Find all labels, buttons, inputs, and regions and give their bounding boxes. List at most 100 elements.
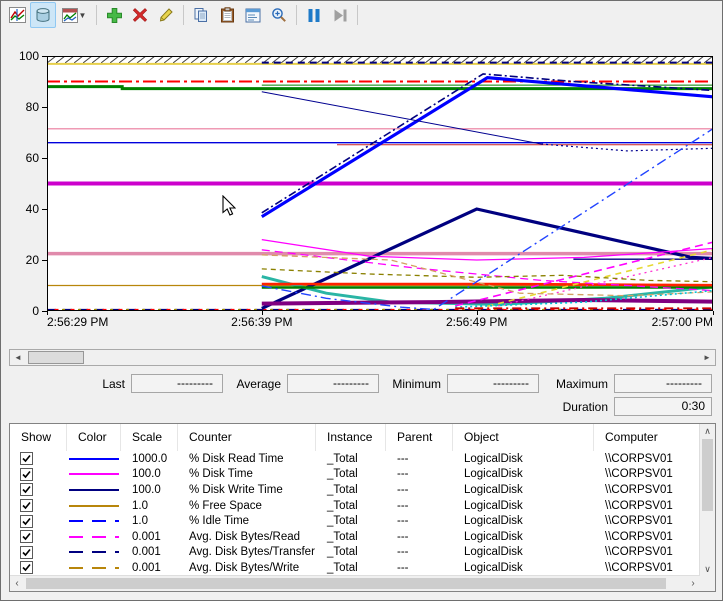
series-red-thick-10 bbox=[262, 284, 713, 285]
counter-row[interactable]: 100.0% Disk Time_Total---LogicalDisk\\CO… bbox=[10, 467, 700, 483]
cell-counter: Avg. Disk Bytes/Write bbox=[178, 562, 316, 574]
show-checkbox[interactable] bbox=[20, 530, 33, 543]
magnifier-icon bbox=[271, 7, 287, 23]
last-value: --------- bbox=[131, 374, 223, 393]
color-sample bbox=[69, 473, 119, 475]
maximum-label: Maximum bbox=[544, 377, 608, 391]
cell-scale: 1.0 bbox=[121, 515, 178, 527]
x-tick-mark bbox=[477, 311, 478, 315]
color-sample bbox=[69, 567, 119, 569]
x-tick-mark bbox=[47, 311, 48, 315]
performance-monitor-window: ▼ bbox=[0, 0, 723, 601]
counter-row[interactable]: 1000.0% Disk Read Time_Total---LogicalDi… bbox=[10, 451, 700, 467]
minimum-label: Minimum bbox=[377, 377, 441, 391]
cell-parent: --- bbox=[386, 546, 453, 558]
cell-computer: \\CORPSV01 bbox=[594, 453, 700, 465]
counter-list-horizontal-scrollbar[interactable]: ‹ › bbox=[10, 575, 700, 591]
cell-computer: \\CORPSV01 bbox=[594, 484, 700, 496]
x-tick-mark bbox=[713, 311, 714, 315]
column-header-instance[interactable]: Instance bbox=[316, 424, 386, 451]
scroll-down-arrow[interactable]: ∨ bbox=[700, 562, 715, 576]
cell-counter: % Disk Time bbox=[178, 468, 316, 480]
cell-instance: _Total bbox=[316, 546, 386, 558]
cell-scale: 100.0 bbox=[121, 468, 178, 480]
column-header-object[interactable]: Object bbox=[453, 424, 594, 451]
toolbar-separator bbox=[96, 5, 97, 25]
cell-scale: 0.001 bbox=[121, 562, 178, 574]
column-header-show[interactable]: Show bbox=[10, 424, 67, 451]
highlight-button[interactable] bbox=[153, 2, 179, 28]
zoom-button[interactable] bbox=[266, 2, 292, 28]
properties-button[interactable] bbox=[240, 2, 266, 28]
show-checkbox[interactable] bbox=[20, 452, 33, 465]
scroll-up-arrow[interactable]: ∧ bbox=[700, 424, 715, 438]
show-checkbox[interactable] bbox=[20, 546, 33, 559]
x-tick-label: 2:56:49 PM bbox=[446, 315, 507, 329]
scroll-left-arrow[interactable]: ◄ bbox=[10, 350, 26, 365]
cell-counter: % Free Space bbox=[178, 500, 316, 512]
performance-graph bbox=[47, 56, 713, 311]
cell-instance: _Total bbox=[316, 531, 386, 543]
minimum-value: --------- bbox=[447, 374, 539, 393]
delete-counter-button[interactable] bbox=[127, 2, 153, 28]
color-sample bbox=[69, 489, 119, 491]
chart-horizontal-scrollbar[interactable]: ◄ ► bbox=[9, 349, 716, 366]
properties-window-icon bbox=[245, 8, 261, 23]
scroll-right-arrow[interactable]: ► bbox=[699, 350, 715, 365]
paste-counter-list-button[interactable] bbox=[214, 2, 240, 28]
cell-parent: --- bbox=[386, 500, 453, 512]
column-header-computer[interactable]: Computer bbox=[594, 424, 700, 451]
view-log-data-button[interactable] bbox=[30, 2, 56, 28]
cell-object: LogicalDisk bbox=[453, 468, 594, 480]
view-current-activity-button[interactable] bbox=[4, 2, 30, 28]
column-header-color[interactable]: Color bbox=[67, 424, 121, 451]
show-checkbox[interactable] bbox=[20, 468, 33, 481]
counter-row[interactable]: 0.001Avg. Disk Bytes/Read_Total---Logica… bbox=[10, 529, 700, 545]
show-checkbox[interactable] bbox=[20, 499, 33, 512]
chevron-down-icon: ▼ bbox=[79, 11, 87, 20]
scroll-thumb[interactable] bbox=[702, 439, 713, 511]
show-checkbox[interactable] bbox=[20, 561, 33, 574]
column-header-parent[interactable]: Parent bbox=[386, 424, 453, 451]
cell-instance: _Total bbox=[316, 562, 386, 574]
counter-list-header: ShowColorScaleCounterInstanceParentObjec… bbox=[10, 424, 700, 452]
cell-object: LogicalDisk bbox=[453, 531, 594, 543]
column-header-counter[interactable]: Counter bbox=[178, 424, 316, 451]
counter-row[interactable]: 0.001Avg. Disk Bytes/Write_Total---Logic… bbox=[10, 560, 700, 576]
cell-counter: Avg. Disk Bytes/Transfer bbox=[178, 546, 316, 558]
counter-list-body: 1000.0% Disk Read Time_Total---LogicalDi… bbox=[10, 451, 700, 576]
show-checkbox[interactable] bbox=[20, 515, 33, 528]
counter-row[interactable]: 100.0% Disk Write Time_Total---LogicalDi… bbox=[10, 482, 700, 498]
scroll-thumb[interactable] bbox=[26, 578, 666, 589]
update-data-button[interactable] bbox=[327, 2, 353, 28]
cell-object: LogicalDisk bbox=[453, 562, 594, 574]
y-tick-label: 40 bbox=[7, 202, 39, 216]
cell-computer: \\CORPSV01 bbox=[594, 546, 700, 558]
y-tick-mark bbox=[42, 107, 47, 108]
cell-scale: 1.0 bbox=[121, 500, 178, 512]
scroll-left-arrow[interactable]: ‹ bbox=[10, 576, 24, 591]
chart-panel: 100806040200 2:56:29 PM2:56:39 PM2:56:49… bbox=[1, 29, 723, 341]
counter-list-vertical-scrollbar[interactable]: ∧ ∨ bbox=[699, 424, 715, 576]
column-header-scale[interactable]: Scale bbox=[121, 424, 178, 451]
scroll-right-arrow[interactable]: › bbox=[686, 576, 700, 591]
counter-row[interactable]: 1.0% Free Space_Total---LogicalDisk\\COR… bbox=[10, 498, 700, 514]
cell-parent: --- bbox=[386, 562, 453, 574]
toolbar-separator bbox=[357, 5, 358, 25]
change-graph-type-dropdown[interactable]: ▼ bbox=[56, 2, 92, 28]
cell-parent: --- bbox=[386, 515, 453, 527]
add-counter-button[interactable] bbox=[101, 2, 127, 28]
chart-type-dropdown-icon bbox=[62, 8, 78, 23]
counter-row[interactable]: 1.0% Idle Time_Total---LogicalDisk\\CORP… bbox=[10, 513, 700, 529]
color-sample bbox=[69, 458, 119, 460]
cell-object: LogicalDisk bbox=[453, 546, 594, 558]
cell-counter: % Disk Read Time bbox=[178, 453, 316, 465]
show-checkbox[interactable] bbox=[20, 483, 33, 496]
cell-scale: 0.001 bbox=[121, 546, 178, 558]
cell-parent: --- bbox=[386, 484, 453, 496]
color-sample bbox=[69, 505, 119, 507]
copy-properties-button[interactable] bbox=[188, 2, 214, 28]
counter-row[interactable]: 0.001Avg. Disk Bytes/Transfer_Total---Lo… bbox=[10, 545, 700, 561]
freeze-display-button[interactable] bbox=[301, 2, 327, 28]
scroll-thumb[interactable] bbox=[28, 351, 84, 364]
